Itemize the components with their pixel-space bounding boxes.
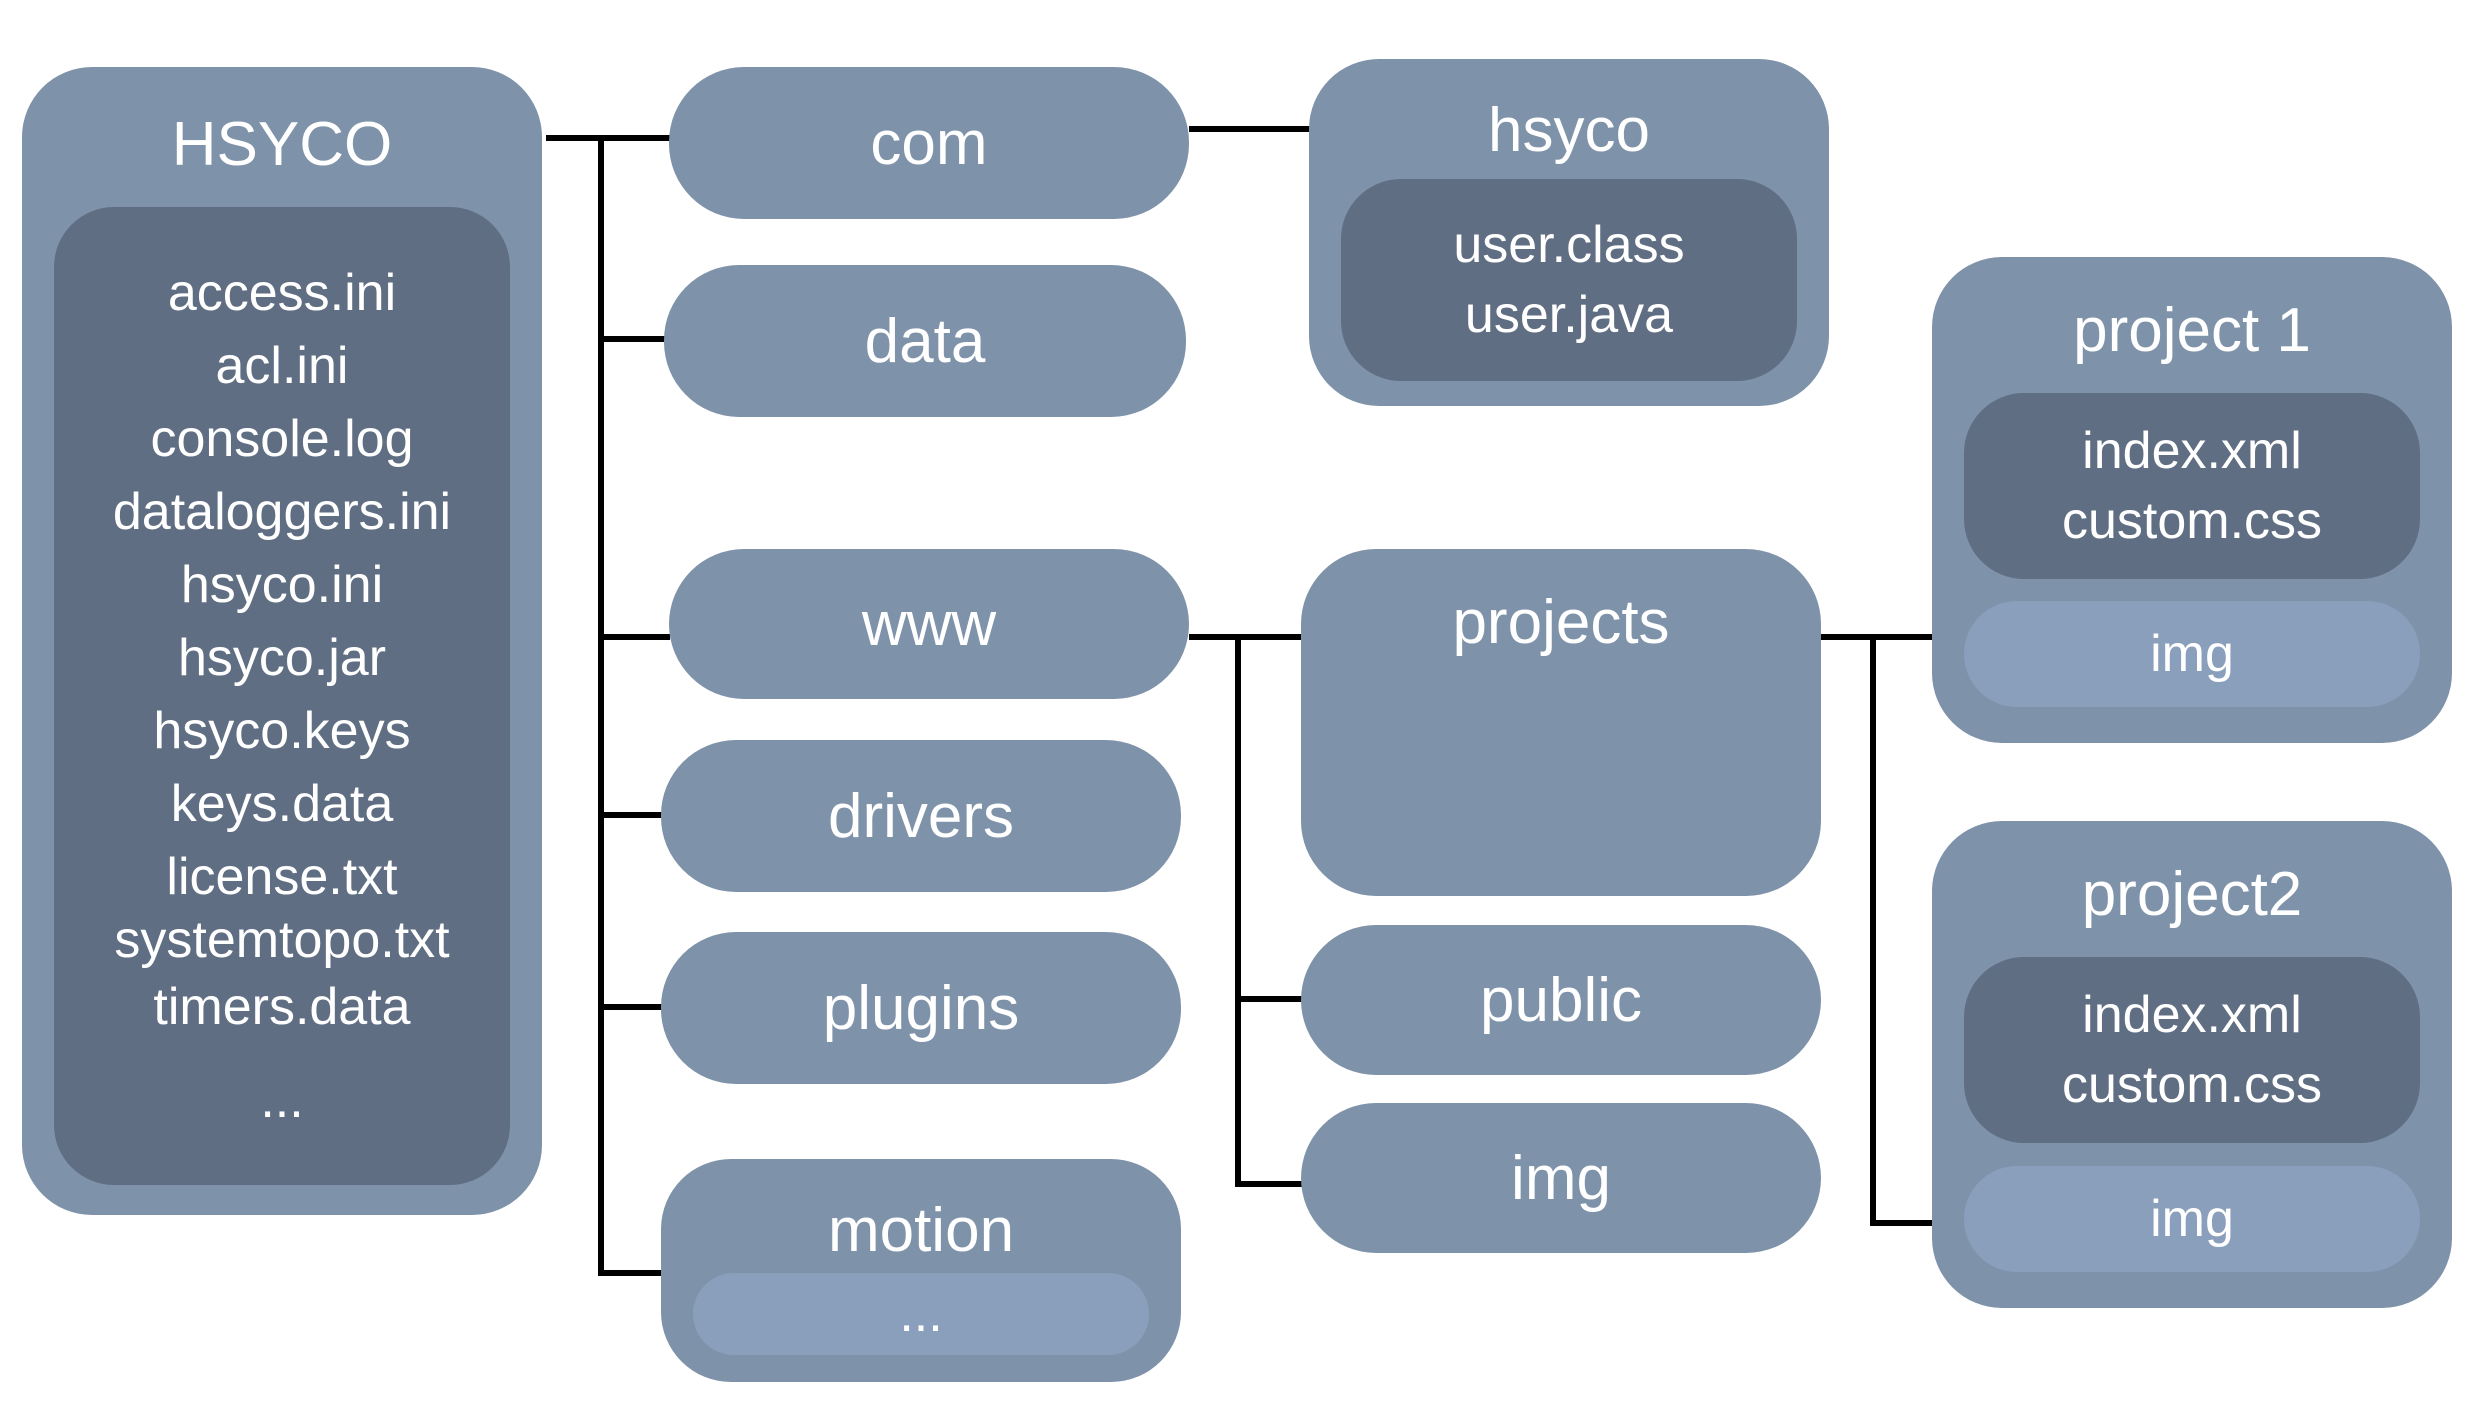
file-item[interactable]: index.xml bbox=[2082, 980, 2302, 1050]
folder-projects[interactable]: projects bbox=[1301, 549, 1821, 896]
folder-label: com bbox=[870, 108, 988, 178]
file-item[interactable]: console.log bbox=[54, 403, 510, 476]
connector-line bbox=[1821, 634, 1936, 640]
folder-label: www bbox=[861, 589, 997, 659]
folder-drivers[interactable]: drivers bbox=[661, 740, 1181, 892]
folder-label: plugins bbox=[822, 973, 1020, 1043]
project-2-file-list: index.xml custom.css bbox=[1964, 957, 2420, 1143]
root-file-list: access.ini acl.ini console.log datalogge… bbox=[54, 207, 510, 1185]
subfolder-img[interactable]: img bbox=[1964, 601, 2420, 707]
file-item[interactable]: custom.css bbox=[2062, 1050, 2322, 1120]
folder-project-1[interactable]: project 1 index.xml custom.css img bbox=[1932, 257, 2452, 743]
folder-label: img bbox=[1511, 1143, 1611, 1213]
connector-line bbox=[598, 1270, 663, 1276]
file-item-ellipsis: ... bbox=[260, 1071, 304, 1129]
folder-public[interactable]: public bbox=[1301, 925, 1821, 1075]
folder-label: motion bbox=[827, 1196, 1015, 1265]
connector-line bbox=[598, 1004, 663, 1010]
file-item[interactable]: systemtopo.txt bbox=[54, 904, 510, 977]
connector-line bbox=[1235, 1181, 1305, 1187]
file-item[interactable]: index.xml bbox=[2082, 416, 2302, 486]
connector-line bbox=[1189, 634, 1304, 640]
file-item[interactable]: dataloggers.ini bbox=[54, 476, 510, 549]
connector-line bbox=[1235, 996, 1305, 1002]
folder-data[interactable]: data bbox=[664, 265, 1186, 417]
file-item[interactable]: access.ini bbox=[54, 257, 510, 330]
connector-line bbox=[1189, 126, 1314, 132]
project-1-file-list: index.xml custom.css bbox=[1964, 393, 2420, 579]
connector-line bbox=[546, 135, 671, 141]
folder-label: projects bbox=[1452, 588, 1670, 657]
folder-label: data bbox=[864, 306, 986, 376]
folder-plugins[interactable]: plugins bbox=[661, 932, 1181, 1084]
folder-label: public bbox=[1480, 965, 1642, 1035]
folder-label: project2 bbox=[2081, 860, 2303, 929]
file-item[interactable]: user.class bbox=[1453, 210, 1684, 280]
folder-label: project 1 bbox=[2073, 296, 2311, 365]
connector-line bbox=[598, 634, 670, 640]
root-folder-label: HSYCO bbox=[171, 110, 393, 179]
hsyco-file-list: user.class user.java bbox=[1341, 179, 1797, 381]
folder-img[interactable]: img bbox=[1301, 1103, 1821, 1253]
file-item[interactable]: keys.data bbox=[54, 768, 510, 841]
connector-line bbox=[1870, 1220, 1936, 1226]
folder-label: hsyco bbox=[1488, 96, 1650, 165]
subfolder-ellipsis: ... bbox=[693, 1273, 1149, 1355]
folder-hsyco[interactable]: hsyco user.class user.java bbox=[1309, 59, 1829, 406]
folder-com[interactable]: com bbox=[669, 67, 1189, 219]
connector-line bbox=[598, 812, 663, 818]
folder-label: drivers bbox=[827, 781, 1015, 851]
subfolder-img[interactable]: img bbox=[1964, 1166, 2420, 1272]
file-item[interactable]: timers.data bbox=[54, 971, 510, 1044]
file-item[interactable]: hsyco.ini bbox=[54, 549, 510, 622]
connector-line bbox=[1870, 634, 1876, 1226]
connector-line bbox=[1235, 634, 1241, 1187]
folder-motion[interactable]: motion ... bbox=[661, 1159, 1181, 1382]
file-item[interactable]: hsyco.jar bbox=[54, 622, 510, 695]
file-item[interactable]: custom.css bbox=[2062, 486, 2322, 556]
connector-line bbox=[598, 336, 666, 342]
connector-line bbox=[598, 135, 604, 1275]
file-item[interactable]: acl.ini bbox=[54, 330, 510, 403]
root-folder-hsyco[interactable]: HSYCO access.ini acl.ini console.log dat… bbox=[22, 67, 542, 1215]
file-item[interactable]: user.java bbox=[1465, 280, 1673, 350]
file-item[interactable]: hsyco.keys bbox=[54, 695, 510, 768]
folder-www[interactable]: www bbox=[669, 549, 1189, 699]
folder-project-2[interactable]: project2 index.xml custom.css img bbox=[1932, 821, 2452, 1308]
